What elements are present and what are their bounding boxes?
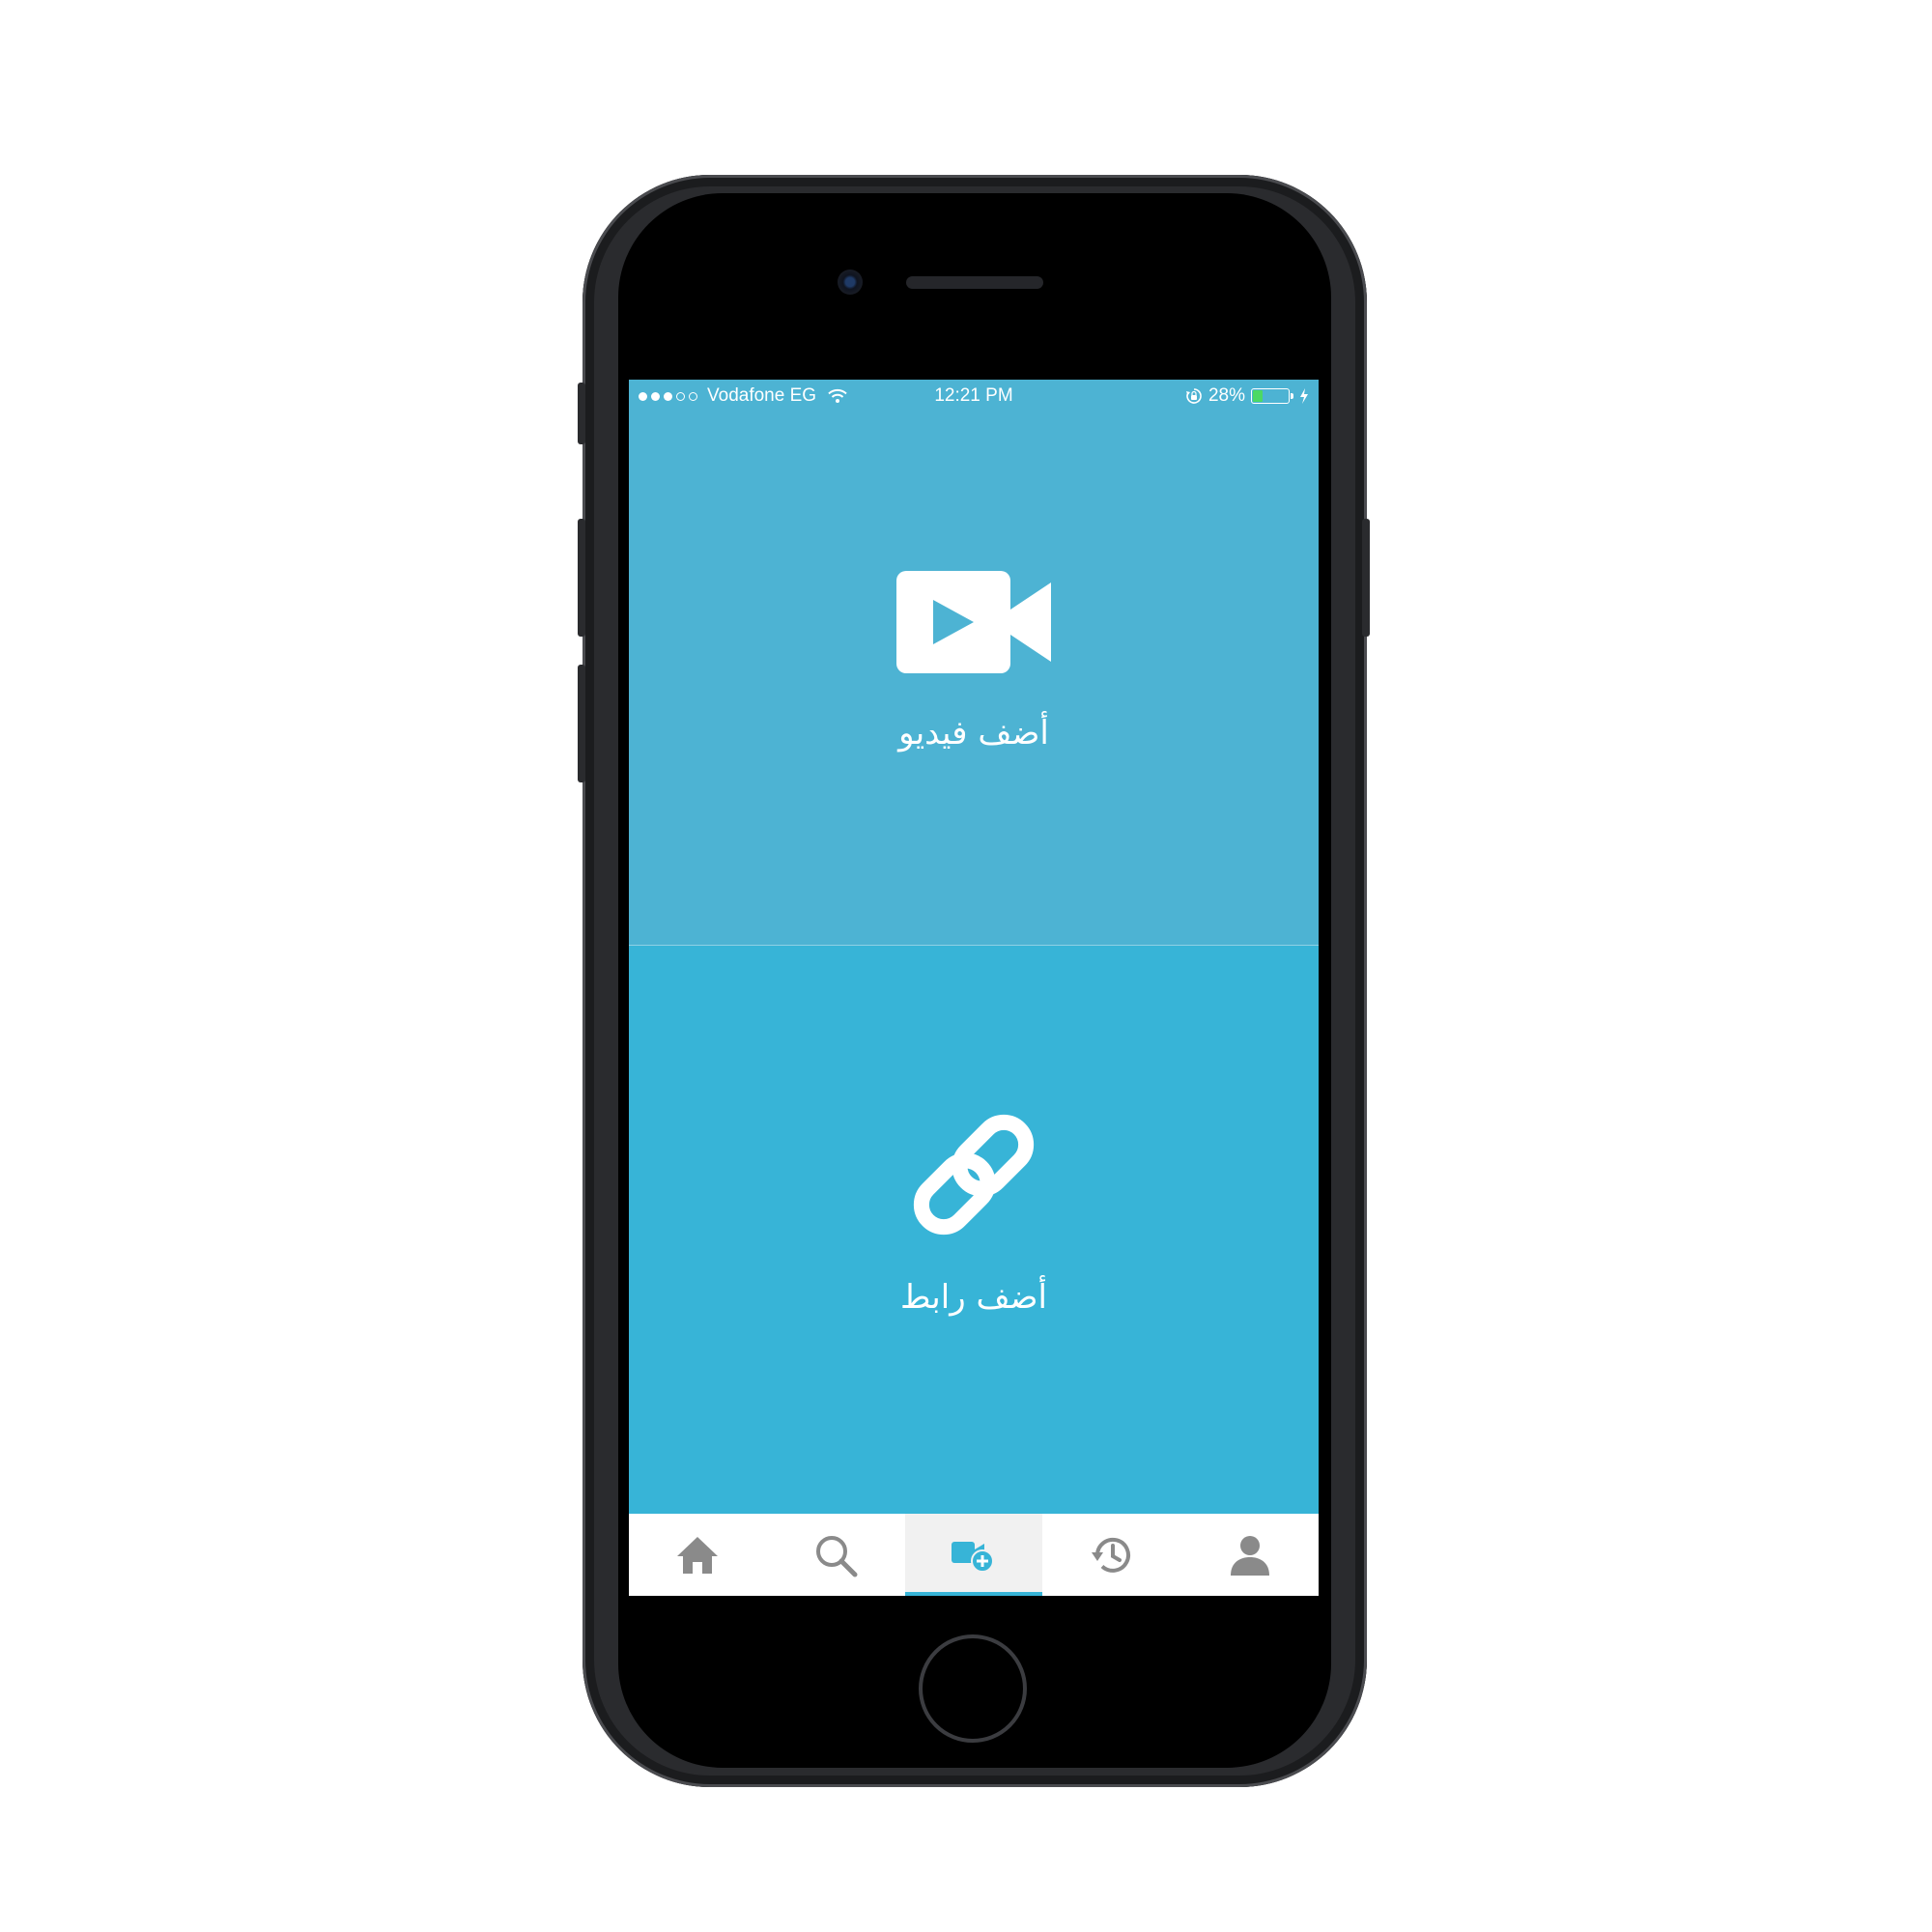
tab-search[interactable] bbox=[767, 1514, 905, 1596]
charging-bolt-icon bbox=[1300, 388, 1308, 404]
add-link-panel[interactable]: أضف رابط bbox=[629, 946, 1319, 1514]
profile-icon bbox=[1230, 1535, 1269, 1576]
history-icon bbox=[1091, 1537, 1130, 1573]
battery-percent: 28% bbox=[1208, 385, 1245, 406]
earpiece-speaker bbox=[906, 276, 1043, 289]
volume-down-button bbox=[578, 665, 585, 782]
status-bar: Vodafone EG 12:21 PM 28% bbox=[629, 380, 1319, 414]
video-camera-icon bbox=[896, 571, 1051, 673]
front-camera bbox=[838, 270, 863, 295]
home-icon bbox=[677, 1536, 719, 1574]
rotation-lock-icon bbox=[1185, 388, 1202, 404]
volume-up-button bbox=[578, 519, 585, 637]
tab-home[interactable] bbox=[629, 1514, 767, 1596]
app-screen: أضف فيديو أضف رابط Vodafone EG 12:21 PM … bbox=[629, 380, 1319, 1596]
add-video-label: أضف فيديو bbox=[898, 714, 1049, 753]
battery-level-fill bbox=[1253, 390, 1264, 402]
add-link-label: أضف رابط bbox=[900, 1278, 1047, 1317]
tab-bar bbox=[629, 1514, 1319, 1596]
mute-switch bbox=[578, 383, 585, 444]
tab-profile[interactable] bbox=[1180, 1514, 1319, 1596]
battery-icon bbox=[1251, 388, 1293, 404]
home-button[interactable] bbox=[919, 1634, 1027, 1743]
add-video-panel[interactable]: أضف فيديو bbox=[629, 380, 1319, 945]
add-video-icon bbox=[951, 1541, 994, 1573]
tab-history[interactable] bbox=[1042, 1514, 1180, 1596]
link-chain-icon bbox=[913, 1114, 1035, 1236]
search-icon bbox=[816, 1535, 858, 1577]
power-button bbox=[1362, 519, 1370, 637]
status-right: 28% bbox=[1185, 385, 1309, 407]
tab-add-video[interactable] bbox=[904, 1514, 1043, 1596]
